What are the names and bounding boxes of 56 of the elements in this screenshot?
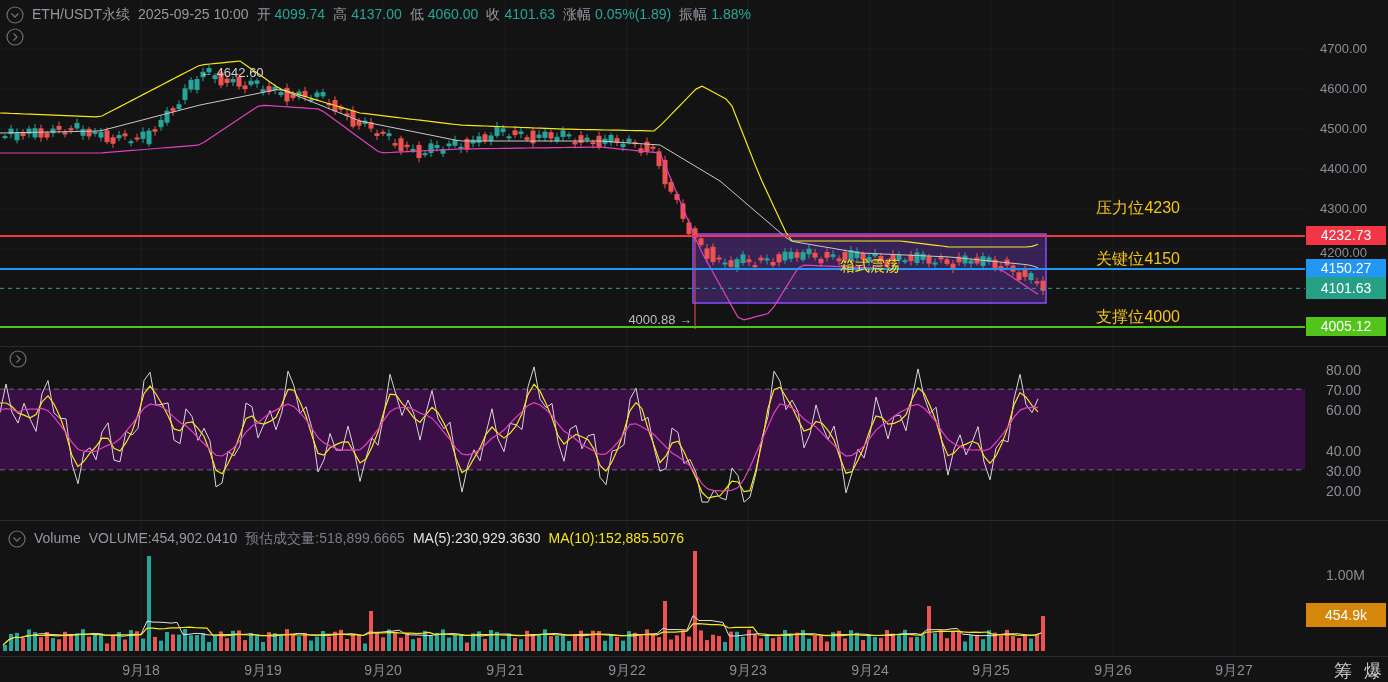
date-axis-label: 9月25	[972, 661, 1010, 680]
stat-label: 收	[486, 5, 501, 24]
stat-label: 振幅	[679, 5, 708, 24]
volume-legend-text: MA(5):230,929.3630	[412, 529, 541, 548]
price-axis-label: 4400.00	[1320, 162, 1367, 175]
stat-label: 开	[256, 5, 271, 24]
stat-label: 低	[409, 5, 424, 24]
date-axis-label: 9月24	[851, 661, 889, 680]
rsi-axis-label: 60.00	[1326, 401, 1362, 421]
stat-value: 4099.74	[274, 5, 326, 24]
stat-value: 1.88%	[711, 5, 751, 24]
rsi-axis-label: 80.00	[1326, 361, 1362, 380]
stat-value: 4137.00	[351, 5, 402, 24]
level-annotation: 关键位4150	[1096, 248, 1180, 269]
rsi-axis-label: 30.00	[1326, 461, 1362, 481]
datetime: 2025-09-25 10:00	[138, 5, 249, 24]
date-axis-label: 9月22	[608, 661, 646, 680]
stat-label: 高	[333, 5, 348, 24]
date-axis-label: 9月19	[244, 661, 282, 680]
rsi-axis-label: 70.00	[1326, 381, 1362, 401]
volume-legend-text: Volume	[34, 529, 81, 548]
date-axis-label: 9月26	[1094, 661, 1132, 680]
symbol-title: ETH/USDT永续	[32, 5, 130, 24]
resistance-price-tag: 4232.73	[1306, 226, 1386, 246]
date-axis-label: 9月23	[729, 661, 767, 680]
volume-legend-text: 预估成交量:518,899.6665	[245, 529, 405, 548]
date-axis-label: 9月20	[364, 661, 402, 680]
expand-icon[interactable]	[6, 28, 24, 46]
date-axis-label: 9月21	[486, 661, 524, 680]
date-axis-label: 9月27	[1215, 661, 1253, 680]
toolbar-button[interactable]: 筹	[1332, 658, 1354, 682]
rsi-axis-label: 40.00	[1326, 441, 1362, 461]
price-axis-label: 4500.00	[1320, 122, 1367, 135]
level-annotation: 支撑位4000	[1096, 306, 1180, 327]
support-price-tag: 4005.12	[1306, 317, 1386, 337]
date-axis-label: 9月18	[122, 661, 160, 680]
volume-axis-label: 1.00M	[1326, 566, 1365, 585]
volume-legend-text: MA(10):152,885.5076	[548, 529, 684, 548]
stat-value: 4060.00	[427, 5, 479, 24]
level-annotation: 压力位4230	[1096, 197, 1180, 218]
stat-label: 涨幅	[563, 5, 591, 24]
low-price-marker: 4000.88 →	[628, 310, 692, 329]
price-axis-label: 4200.00	[1320, 246, 1367, 259]
price-axis-label: 4300.00	[1320, 202, 1367, 215]
toolbar-button[interactable]: 爆	[1362, 658, 1384, 682]
price-axis-label: 4600.00	[1320, 82, 1367, 95]
rsi-axis-label: 20.00	[1326, 482, 1362, 501]
volume-legend-text: VOLUME:454,902.0410	[88, 529, 238, 548]
stat-value: 4101.63	[504, 5, 555, 24]
stat-value: 0.05%(1.89)	[595, 5, 672, 24]
collapse-icon[interactable]	[6, 5, 24, 24]
collapse-icon[interactable]	[8, 529, 26, 548]
expand-icon[interactable]	[9, 350, 27, 368]
last-price-tag: 4101.63	[1306, 277, 1386, 300]
price-axis-label: 4700.00	[1320, 42, 1367, 55]
volume-tag: 454.9k	[1306, 603, 1386, 627]
